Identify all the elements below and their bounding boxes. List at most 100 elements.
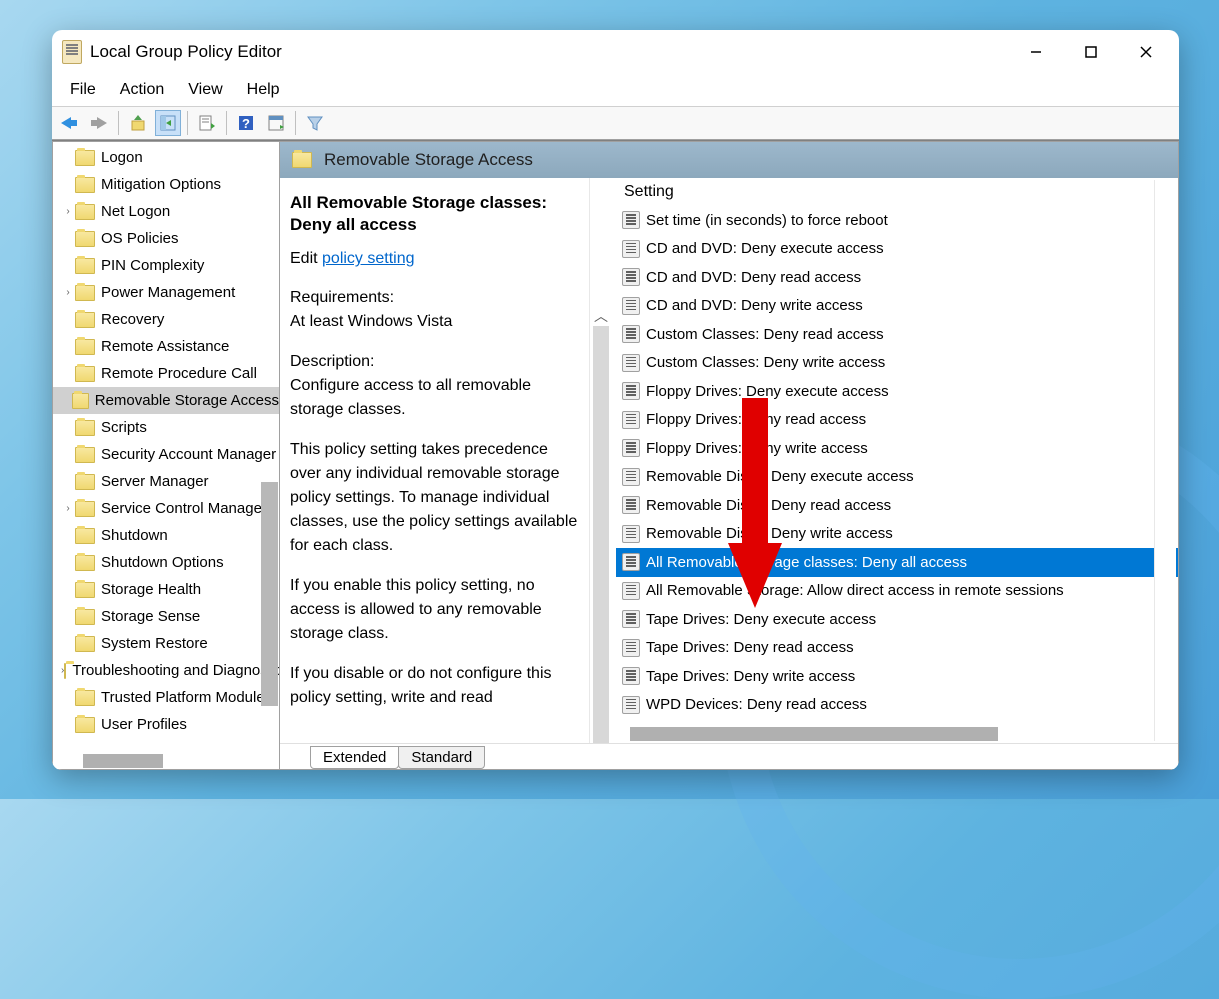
up-level-button[interactable] [125,110,151,136]
setting-row[interactable]: Tape Drives: Deny execute access [616,605,1178,634]
tree-item[interactable]: OS Policies [53,225,279,252]
policy-icon [622,382,640,400]
tree-item[interactable]: Remote Assistance [53,333,279,360]
folder-icon [75,420,95,436]
tree-item-label: Storage Sense [101,608,200,625]
folder-icon [75,177,95,193]
policy-setting-link[interactable]: policy setting [322,250,415,267]
policy-icon [622,240,640,258]
tab-standard[interactable]: Standard [398,746,485,769]
menu-action[interactable]: Action [108,77,176,103]
filter-button[interactable] [302,110,328,136]
tree-item[interactable]: ›Troubleshooting and Diagnostics [53,657,279,684]
tree-item-label: Recovery [101,311,164,328]
policy-title: All Removable Storage classes: Deny all … [290,192,579,236]
setting-row[interactable]: Removable Disks: Deny write access [616,520,1178,549]
refresh-button[interactable] [263,110,289,136]
tree-item[interactable]: Mitigation Options [53,171,279,198]
tree-item[interactable]: PIN Complexity [53,252,279,279]
setting-row[interactable]: Removable Disks: Deny read access [616,491,1178,520]
tree-item[interactable]: User Profiles [53,711,279,738]
setting-row[interactable]: Floppy Drives: Deny write access [616,434,1178,463]
tree-vscroll-thumb[interactable] [261,482,278,706]
setting-label: CD and DVD: Deny execute access [646,240,884,257]
settings-list[interactable]: Set time (in seconds) to force reboot CD … [616,206,1178,743]
setting-row[interactable]: Set time (in seconds) to force reboot [616,206,1178,235]
policy-icon [622,639,640,657]
folder-icon [75,312,95,328]
forward-button[interactable] [86,110,112,136]
main-content: LogonMitigation Options › Net Logon OS Poli… [52,140,1179,770]
setting-row[interactable]: Tape Drives: Deny read access [616,634,1178,663]
extended-description: All Removable Storage classes: Deny all … [280,178,590,743]
folder-icon [75,285,95,301]
tree-item[interactable]: Shutdown Options [53,549,279,576]
setting-row[interactable]: All Removable Storage classes: Deny all … [616,548,1178,577]
tree-item[interactable]: Removable Storage Access [53,387,279,414]
folder-icon [75,231,95,247]
tab-extended[interactable]: Extended [310,746,399,769]
menu-file[interactable]: File [58,77,108,103]
setting-row[interactable]: CD and DVD: Deny read access [616,263,1178,292]
setting-row[interactable]: All Removable Storage: Allow direct acce… [616,577,1178,606]
policy-icon [622,525,640,543]
setting-row[interactable]: Floppy Drives: Deny read access [616,406,1178,435]
setting-label: Removable Disks: Deny execute access [646,468,914,485]
setting-row[interactable]: WPD Devices: Deny read access [616,691,1178,720]
tree-item[interactable]: Storage Health [53,576,279,603]
tree-item[interactable]: Scripts [53,414,279,441]
maximize-button[interactable] [1063,33,1118,71]
right-vscroll[interactable] [1154,180,1176,741]
tree-item-label: System Restore [101,635,208,652]
menu-help[interactable]: Help [235,77,292,103]
settings-column-header[interactable]: Setting [616,178,1178,206]
tree-item[interactable]: Security Account Manager [53,441,279,468]
tree-list[interactable]: LogonMitigation Options › Net Logon OS Poli… [53,142,279,769]
folder-icon [292,152,312,168]
tree-item[interactable]: Recovery [53,306,279,333]
policy-icon [622,610,640,628]
tree-panel: LogonMitigation Options › Net Logon OS Poli… [52,141,280,770]
setting-row[interactable]: Custom Classes: Deny write access [616,349,1178,378]
folder-icon [75,501,95,517]
tree-item[interactable]: ›Service Control Manager [53,495,279,522]
menu-view[interactable]: View [176,77,234,103]
window-title: Local Group Policy Editor [90,42,1008,62]
setting-row[interactable]: Custom Classes: Deny read access [616,320,1178,349]
setting-row[interactable]: Tape Drives: Deny write access [616,662,1178,691]
setting-row[interactable]: Floppy Drives: Deny execute access [616,377,1178,406]
tree-hscroll-thumb[interactable] [83,754,163,768]
minimize-button[interactable] [1008,33,1063,71]
expand-arrow-icon[interactable]: › [61,287,75,298]
show-hide-tree-button[interactable] [155,110,181,136]
svg-text:?: ? [242,116,250,131]
policy-icon [622,496,640,514]
tree-item[interactable]: Server Manager [53,468,279,495]
tree-item[interactable]: Storage Sense [53,603,279,630]
titlebar[interactable]: Local Group Policy Editor [52,30,1179,74]
tree-item-label: Net Logon [101,203,170,220]
setting-row[interactable]: Removable Disks: Deny execute access [616,463,1178,492]
expand-arrow-icon[interactable]: › [61,206,75,217]
tree-item[interactable]: System Restore [53,630,279,657]
tree-item[interactable]: Shutdown [53,522,279,549]
settings-hscroll-thumb[interactable] [630,727,998,741]
tree-item[interactable]: Logon [53,144,279,171]
expand-arrow-icon[interactable]: › [61,503,75,514]
folder-icon [75,366,95,382]
folder-icon [75,204,95,220]
help-button[interactable]: ? [233,110,259,136]
setting-label: Custom Classes: Deny read access [646,326,884,343]
description-text-3: If you enable this policy setting, no ac… [290,574,579,646]
tree-item[interactable]: ›Power Management [53,279,279,306]
setting-row[interactable]: CD and DVD: Deny write access [616,292,1178,321]
setting-row[interactable]: CD and DVD: Deny execute access [616,235,1178,264]
setting-label: Custom Classes: Deny write access [646,354,885,371]
tree-item[interactable]: Trusted Platform Module [53,684,279,711]
close-button[interactable] [1118,33,1173,71]
tree-item[interactable]: › Net Logon [53,198,279,225]
export-list-button[interactable] [194,110,220,136]
back-button[interactable] [56,110,82,136]
tree-item[interactable]: Remote Procedure Call [53,360,279,387]
tree-item-label: Remote Assistance [101,338,229,355]
